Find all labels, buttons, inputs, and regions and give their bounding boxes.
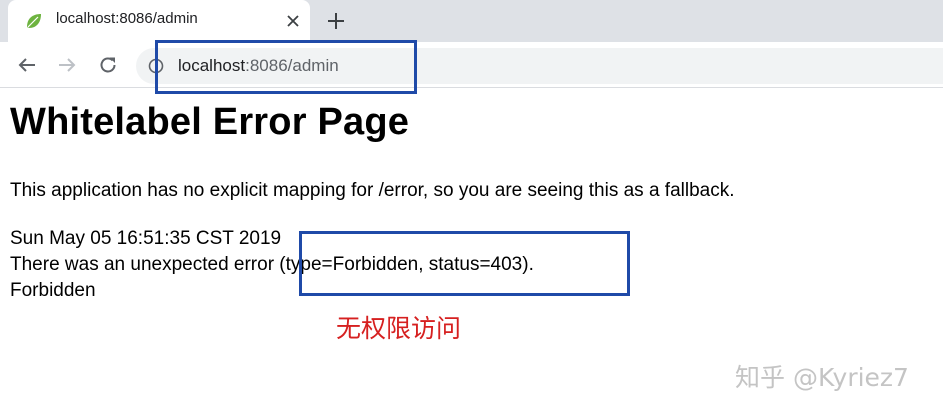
watermark: 知乎 @Kyriez7 xyxy=(735,363,909,392)
new-tab-icon[interactable] xyxy=(326,11,346,31)
page-title: Whitelabel Error Page xyxy=(10,101,410,143)
forward-arrow-icon[interactable] xyxy=(56,54,78,76)
browser-tab[interactable]: localhost:8086/admin xyxy=(8,0,310,42)
reload-icon[interactable] xyxy=(97,54,119,76)
error-highlight-box xyxy=(299,231,630,296)
error-description: This application has no explicit mapping… xyxy=(10,180,735,201)
annotation-note: 无权限访问 xyxy=(336,314,462,343)
close-tab-icon[interactable] xyxy=(284,12,302,30)
back-arrow-icon[interactable] xyxy=(16,54,38,76)
spring-leaf-icon xyxy=(27,14,41,28)
url-highlight-box xyxy=(155,40,417,94)
tab-strip: localhost:8086/admin xyxy=(0,0,943,42)
error-status-text: Forbidden xyxy=(10,280,96,301)
browser-toolbar: localhost:8086/admin xyxy=(0,42,943,88)
tab-title: localhost:8086/admin xyxy=(56,10,198,27)
error-timestamp: Sun May 05 16:51:35 CST 2019 xyxy=(10,228,282,249)
